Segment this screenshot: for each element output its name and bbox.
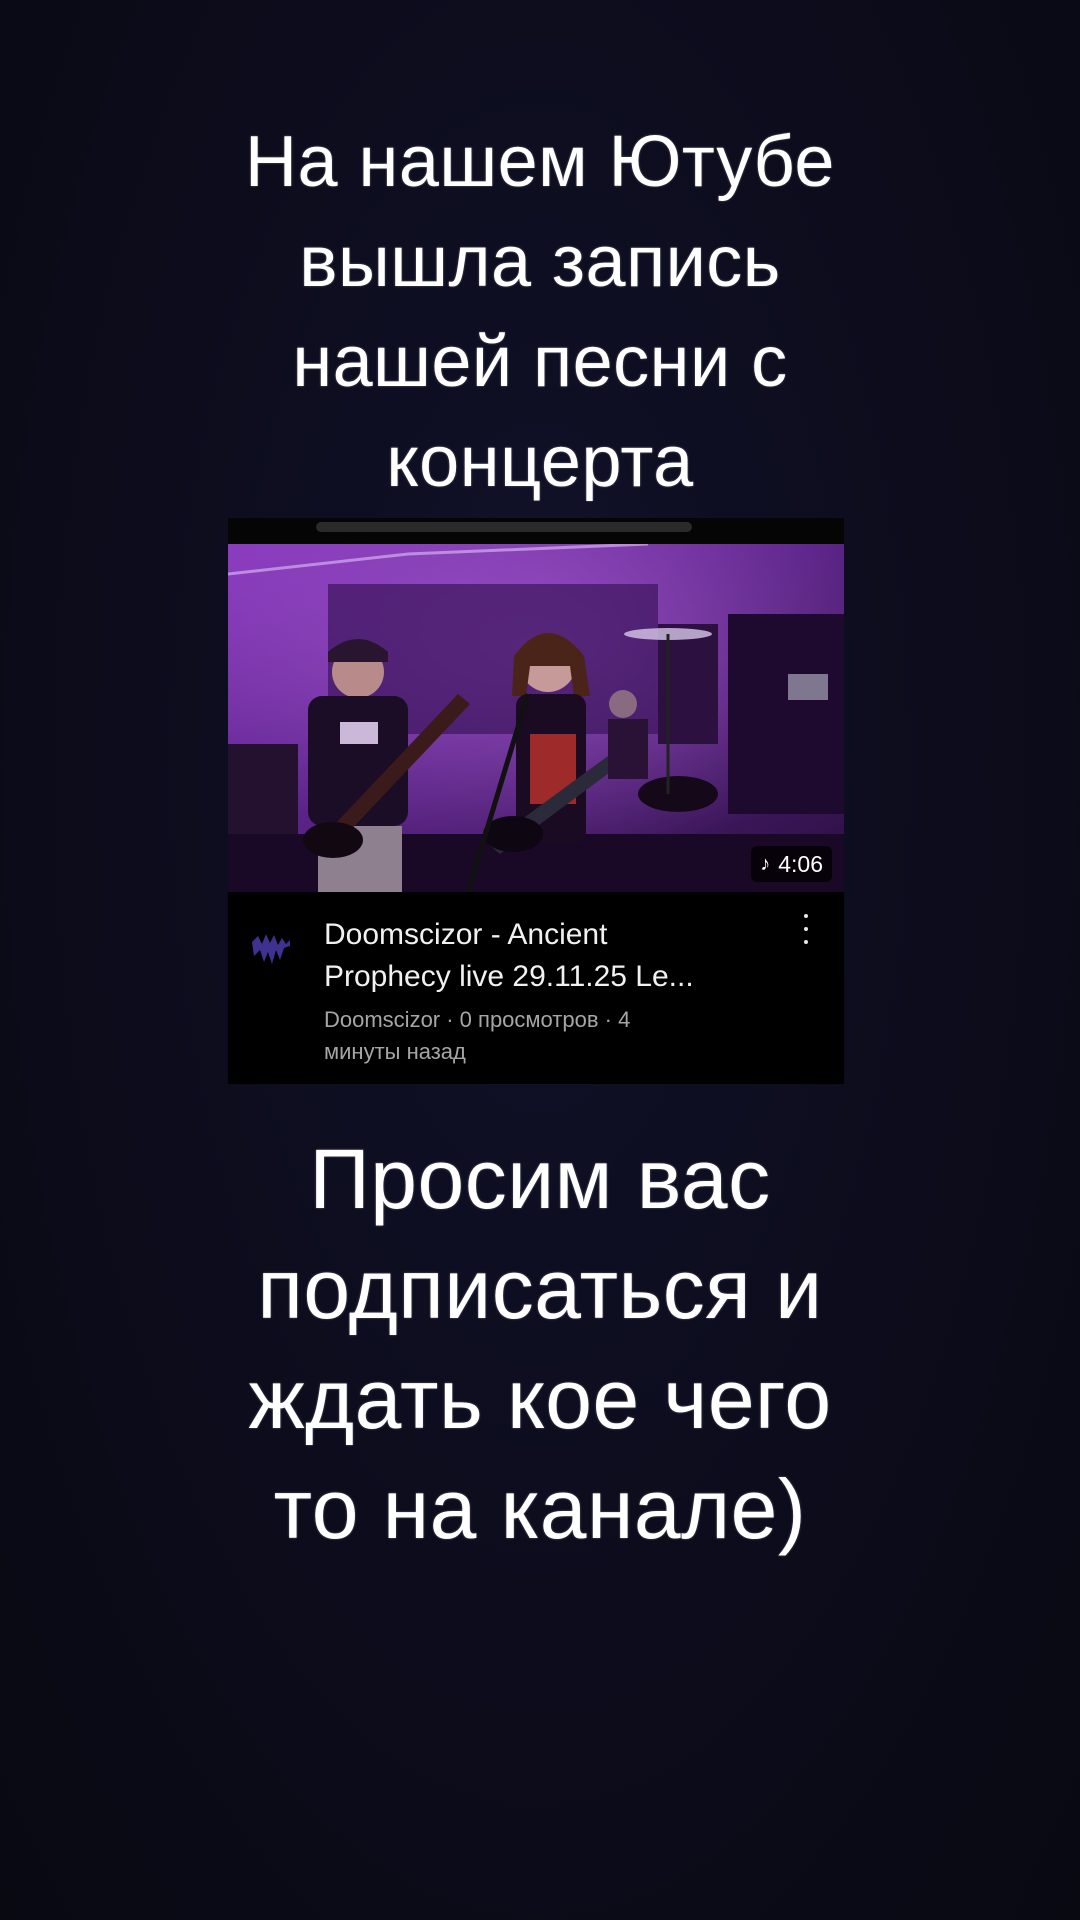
drag-handle[interactable]	[316, 522, 692, 532]
video-meta: Doomscizor - Ancient Prophecy live 29.11…	[228, 892, 844, 1084]
video-meta-line: минуты назад	[324, 1039, 466, 1064]
channel-avatar[interactable]	[248, 922, 294, 968]
music-note-icon: ♪	[760, 853, 771, 875]
caption-bottom-line: то на канале)	[273, 1462, 807, 1556]
video-title-line: Doomscizor - Ancient	[324, 918, 608, 951]
caption-top-line: нашей песни с	[292, 322, 788, 402]
more-vert-icon[interactable]	[800, 914, 812, 944]
duration-badge: ♪ 4:06	[751, 846, 832, 882]
caption-bottom: Просим вас подписаться и ждать кое чего …	[0, 1124, 1080, 1564]
video-title[interactable]: Doomscizor - Ancient Prophecy live 29.11…	[324, 914, 764, 998]
kebab-dot	[804, 914, 808, 918]
video-card[interactable]: ♪ 4:06 Doomscizor - Ancient Prophecy liv…	[228, 518, 844, 1084]
caption-bottom-line: Просим вас	[309, 1132, 771, 1226]
kebab-dot	[804, 940, 808, 944]
card-top-bar	[228, 518, 844, 544]
video-thumbnail[interactable]: ♪ 4:06	[228, 544, 844, 892]
caption-top-line: вышла запись	[299, 222, 781, 302]
caption-bottom-line: ждать кое чего	[248, 1352, 832, 1446]
caption-top-line: концерта	[386, 422, 694, 502]
caption-bottom-line: подписаться и	[257, 1242, 823, 1336]
video-subtitle: Doomscizor · 0 просмотров · 4 минуты наз…	[324, 1004, 764, 1068]
caption-top: На нашем Ютубе вышла запись нашей песни …	[0, 112, 1080, 512]
video-meta-line: Doomscizor · 0 просмотров · 4	[324, 1007, 631, 1032]
duration-text: 4:06	[778, 851, 823, 877]
thumbnail-image	[228, 544, 844, 892]
caption-top-line: На нашем Ютубе	[245, 122, 835, 202]
kebab-dot	[804, 927, 808, 931]
video-title-line: Prophecy live 29.11.25 Le...	[324, 960, 694, 993]
